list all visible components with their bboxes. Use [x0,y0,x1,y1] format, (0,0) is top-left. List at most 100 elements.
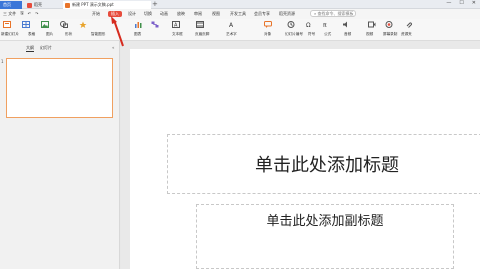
menu-slideshow[interactable]: 放映 [177,11,185,17]
menu-animation[interactable]: 动画 [160,11,168,17]
label-new-slide: 新建幻灯片 [1,32,19,36]
window-controls: — ☐ ✕ [446,0,476,6]
video-button[interactable] [368,21,376,29]
comment-icon [264,21,272,28]
menu-transition[interactable]: 切换 [144,11,152,17]
menu-review[interactable]: 审阅 [194,11,202,17]
label-chart: 图表 [134,32,142,36]
minimize-icon[interactable]: — [446,0,451,6]
tab-outline[interactable]: 大纲 [26,45,34,52]
new-tab-button[interactable]: + [152,0,158,8]
title-placeholder[interactable]: 单击此处添加标题 [167,134,480,194]
video-icon [368,21,376,28]
label-slide-number: 幻灯片编号 [285,32,303,36]
label-formula: 公式 [324,32,332,36]
menu-bar: 三 文件 🖫 ↶ ↷ 开始 插入 设计 切换 动画 放映 审阅 视图 开发工具 … [0,9,480,19]
label-screen-record: 屏幕录制 [383,32,398,36]
quick-redo-icon[interactable]: ↷ [35,11,38,16]
search-input[interactable]: ⌕ 查找命令、搜索模板 [310,10,356,17]
omega-icon: Ω [306,22,311,28]
picture-icon [41,21,49,28]
label-textbox: 文本框 [172,32,183,36]
label-audio: 音频 [344,32,352,36]
slide-canvas: 单击此处添加标题 单击此处添加副标题 [121,41,480,269]
tab-home[interactable]: 首页 [0,1,22,9]
quick-undo-icon[interactable]: ↶ [28,11,31,16]
shape-button[interactable] [60,21,68,29]
menu-start[interactable]: 开始 [92,11,100,17]
tab-daoke-label: 稻壳 [34,2,42,7]
label-table: 表格 [28,32,36,36]
shape-icon [60,21,68,28]
comment-button[interactable] [264,21,272,29]
smartart-button[interactable] [151,21,159,29]
icons-icon [79,21,87,28]
label-symbol: 符号 [308,32,316,36]
label-video: 视频 [366,32,374,36]
picture-button[interactable] [41,21,49,29]
label-shape: 形状 [65,32,73,36]
record-icon [385,21,393,28]
svg-text:Ω: Ω [306,22,311,28]
slide[interactable]: 单击此处添加标题 单击此处添加副标题 [130,49,480,269]
chart-icon [135,22,142,28]
textbox-button[interactable]: A [172,21,180,29]
menu-view[interactable]: 视图 [212,11,220,17]
svg-text:A: A [174,23,178,29]
maximize-icon[interactable]: ☐ [459,0,463,6]
audio-icon [343,21,347,28]
label-wordart: 艺术字 [226,32,237,36]
screen-record-button[interactable] [385,21,393,29]
tab-home-label: 首页 [3,2,11,7]
svg-text:π: π [323,22,327,28]
search-icon: ⌕ [314,11,317,16]
label-picture: 图片 [46,32,54,36]
attachment-icon [406,22,413,28]
slide-thumb-number: 1 [1,59,4,64]
tab-daoke[interactable]: 稻壳 [25,1,55,9]
textbox-dropdown-button[interactable]: A [228,21,236,29]
table-button[interactable] [22,21,30,29]
new-slide-icon [3,21,11,28]
view-tabs: 大纲 幻灯片 [26,45,52,52]
slide-thumbnail[interactable] [6,58,113,118]
label-more: 资源夹 [401,32,412,36]
close-icon[interactable]: ✕ [472,0,476,6]
clock-icon [287,21,295,28]
quick-save-icon[interactable]: 🖫 [20,10,23,17]
datetime-button[interactable] [287,21,295,29]
icon-button[interactable] [79,21,87,29]
menu-file[interactable]: 三 文件 [3,11,16,17]
subtitle-placeholder[interactable]: 单击此处添加副标题 [196,204,454,269]
menu-developer[interactable]: 开发工具 [230,11,246,17]
ppt-icon [65,2,70,8]
textbox-icon: A [172,21,180,28]
formula-button[interactable]: π [322,21,330,29]
audio-button[interactable] [342,21,350,29]
slide-panel: 大纲 幻灯片 « 1 [0,41,120,269]
tab-slides[interactable]: 幻灯片 [40,45,52,52]
menu-member[interactable]: 会员专享 [254,11,270,17]
menu-resources[interactable]: 稻壳资源 [279,11,295,17]
tab-document-label: 新建 PPT 演示文稿.ppt [72,2,114,7]
daoke-icon [27,2,32,8]
panel-collapse-icon[interactable]: « [112,45,114,50]
ribbon-toolbar: A A Ω π 新建幻灯片 表格 图片 形状 智能图形 图表 文本框 页眉页脚 … [0,19,480,41]
table-icon [22,21,30,28]
header-footer-button[interactable] [196,21,204,29]
attachment-button[interactable] [405,21,413,29]
tab-document[interactable]: 新建 PPT 演示文稿.ppt [63,1,151,9]
menu-design[interactable]: 设计 [128,11,136,17]
chart-button[interactable] [134,21,142,29]
new-slide-button[interactable] [3,21,11,29]
label-smart-art: 智能图形 [91,32,106,36]
label-header-footer: 页眉页脚 [195,32,210,36]
search-placeholder: 查找命令、搜索模板 [317,11,354,16]
menu-insert[interactable]: 插入 [108,11,122,17]
tab-bar: 首页 稻壳 新建 PPT 演示文稿.ppt + — ☐ ✕ [0,0,480,9]
text-a-icon: A [229,22,234,28]
label-object: 对象 [264,32,272,36]
svg-text:A: A [229,22,234,28]
symbol-button[interactable]: Ω [305,21,313,29]
smartart-icon [151,21,159,28]
